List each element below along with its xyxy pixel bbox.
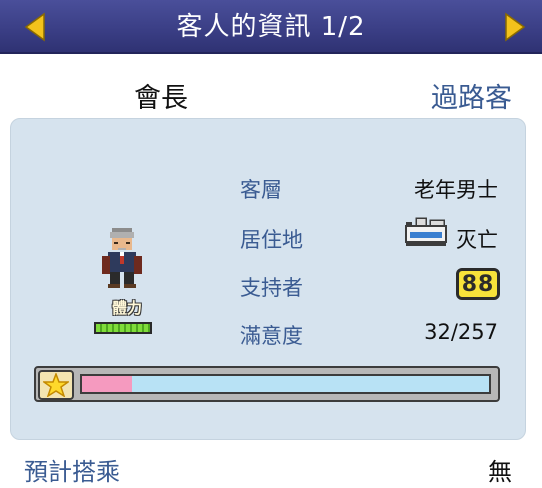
satisfaction-label: 滿意度 <box>240 324 303 348</box>
arrow-right-icon[interactable] <box>502 12 528 42</box>
header-bar: 客人的資訊 1/2 <box>0 0 542 54</box>
customer-segment-value: 老年男士 <box>414 178 498 202</box>
stamina-label: 體力 <box>111 299 142 317</box>
supporter-badge: 88 <box>456 268 500 300</box>
page-title: 客人的資訊 1/2 <box>176 12 366 42</box>
satisfaction-progress <box>34 366 500 402</box>
stamina-fill <box>96 324 150 332</box>
planned-ride-value: 無 <box>488 458 512 486</box>
progress-fill <box>82 376 133 392</box>
supporter-label: 支持者 <box>240 276 303 300</box>
arrow-left-icon[interactable] <box>22 12 48 42</box>
guest-avatar <box>102 228 142 288</box>
guest-name: 會長 <box>134 83 188 114</box>
star-icon <box>43 373 69 397</box>
satisfaction-value: 32/257 <box>424 320 498 344</box>
guest-type: 過路客 <box>431 83 512 114</box>
stamina-bar <box>94 322 152 334</box>
residence-label: 居住地 <box>240 228 303 252</box>
planned-ride-label: 預計搭乘 <box>24 458 120 486</box>
star-badge <box>38 370 74 400</box>
customer-segment-label: 客層 <box>240 178 282 202</box>
progress-remaining <box>82 376 489 392</box>
residence-value: 灭亡 <box>456 228 498 252</box>
progress-track <box>80 374 491 394</box>
residence-icon <box>405 217 447 246</box>
